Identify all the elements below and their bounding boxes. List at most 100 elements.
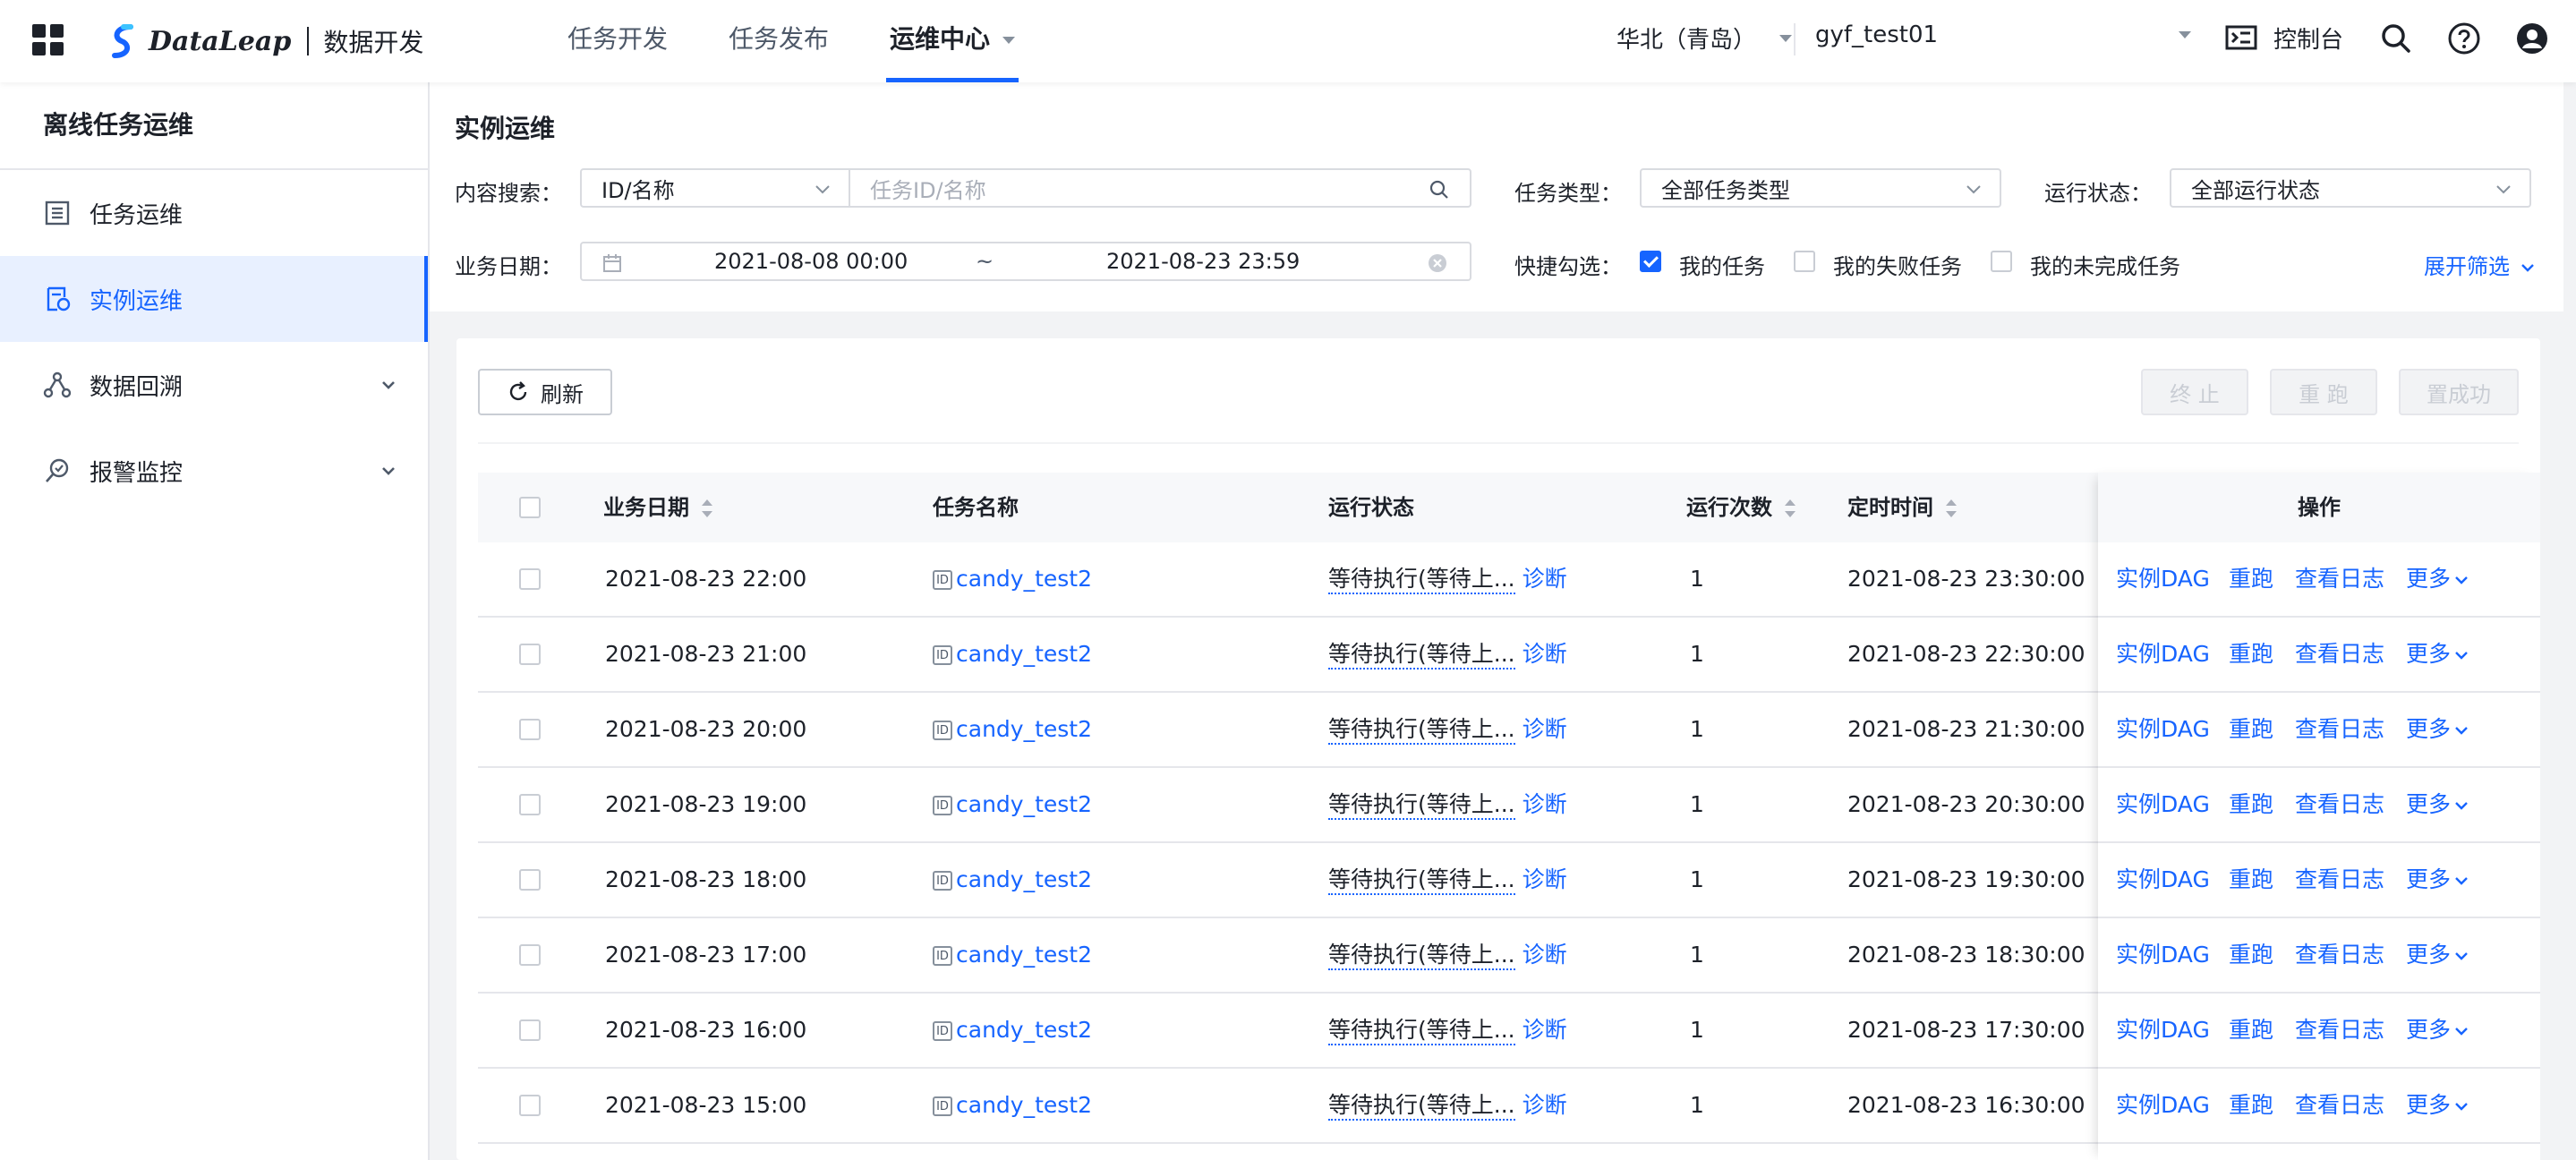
sort-icon[interactable] bbox=[1946, 499, 1957, 517]
my-failed-tasks-label[interactable]: 我的失败任务 bbox=[1833, 249, 1962, 280]
view-log-link[interactable]: 查看日志 bbox=[2295, 693, 2384, 766]
expand-filter-link[interactable]: 展开筛选 bbox=[2424, 249, 2535, 280]
view-log-link[interactable]: 查看日志 bbox=[2295, 618, 2384, 691]
task-type-select[interactable]: 全部任务类型 bbox=[1640, 168, 2001, 208]
status-text[interactable]: 等待执行(等待上... bbox=[1328, 866, 1515, 895]
rerun-link[interactable]: 重跑 bbox=[2229, 843, 2273, 917]
row-checkbox[interactable] bbox=[519, 869, 541, 891]
my-failed-tasks-checkbox[interactable] bbox=[1794, 251, 1815, 272]
refresh-button[interactable]: 刷新 bbox=[478, 369, 612, 415]
search-type-select[interactable]: ID/名称 bbox=[580, 168, 850, 208]
sort-icon[interactable] bbox=[1785, 499, 1796, 517]
my-unfinished-tasks-label[interactable]: 我的未完成任务 bbox=[2030, 249, 2180, 280]
select-all-checkbox[interactable] bbox=[519, 497, 541, 518]
rerun-link[interactable]: 重跑 bbox=[2229, 542, 2273, 616]
view-log-link[interactable]: 查看日志 bbox=[2295, 994, 2384, 1067]
apps-grid-icon[interactable] bbox=[32, 24, 64, 56]
row-checkbox[interactable] bbox=[519, 1095, 541, 1116]
diagnose-link[interactable]: 诊断 bbox=[1523, 641, 1567, 667]
status-text[interactable]: 等待执行(等待上... bbox=[1328, 566, 1515, 594]
instance-dag-link[interactable]: 实例DAG bbox=[2116, 618, 2210, 691]
row-checkbox[interactable] bbox=[519, 944, 541, 966]
set-success-button[interactable]: 置成功 bbox=[2399, 369, 2519, 415]
rerun-link[interactable]: 重跑 bbox=[2229, 994, 2273, 1067]
more-menu[interactable]: 更多 bbox=[2406, 1069, 2469, 1142]
more-menu[interactable]: 更多 bbox=[2406, 918, 2469, 992]
status-text[interactable]: 等待执行(等待上... bbox=[1328, 1092, 1515, 1121]
row-checkbox[interactable] bbox=[519, 1019, 541, 1041]
instance-dag-link[interactable]: 实例DAG bbox=[2116, 693, 2210, 766]
task-name-link[interactable]: candy_test2 bbox=[956, 866, 1092, 892]
rerun-button[interactable]: 重 跑 bbox=[2270, 369, 2377, 415]
diagnose-link[interactable]: 诊断 bbox=[1523, 942, 1567, 968]
task-name-link[interactable]: candy_test2 bbox=[956, 791, 1092, 817]
sort-icon[interactable] bbox=[702, 499, 712, 517]
date-start[interactable]: 2021-08-08 00:00 bbox=[714, 249, 908, 274]
view-log-link[interactable]: 查看日志 bbox=[2295, 542, 2384, 616]
task-name-link[interactable]: candy_test2 bbox=[956, 1017, 1092, 1043]
instance-dag-link[interactable]: 实例DAG bbox=[2116, 542, 2210, 616]
diagnose-link[interactable]: 诊断 bbox=[1523, 1092, 1567, 1118]
instance-dag-link[interactable]: 实例DAG bbox=[2116, 918, 2210, 992]
more-menu[interactable]: 更多 bbox=[2406, 994, 2469, 1067]
search-input[interactable]: 任务ID/名称 bbox=[849, 168, 1471, 208]
rerun-link[interactable]: 重跑 bbox=[2229, 768, 2273, 841]
date-range-picker[interactable]: 2021-08-08 00:00 ~ 2021-08-23 23:59 bbox=[580, 242, 1471, 281]
row-checkbox[interactable] bbox=[519, 719, 541, 740]
instance-dag-link[interactable]: 实例DAG bbox=[2116, 994, 2210, 1067]
diagnose-link[interactable]: 诊断 bbox=[1523, 791, 1567, 817]
date-end[interactable]: 2021-08-23 23:59 bbox=[1106, 249, 1300, 274]
sidebar-item-task-ops[interactable]: 任务运维 bbox=[0, 170, 428, 256]
diagnose-link[interactable]: 诊断 bbox=[1523, 1017, 1567, 1043]
sidebar-item-alert-monitor[interactable]: 报警监控 bbox=[0, 428, 428, 514]
view-log-link[interactable]: 查看日志 bbox=[2295, 1069, 2384, 1142]
more-menu[interactable]: 更多 bbox=[2406, 542, 2469, 616]
instance-dag-link[interactable]: 实例DAG bbox=[2116, 843, 2210, 917]
brand-logo[interactable]: DataLeap 数据开发 bbox=[104, 18, 423, 64]
rerun-link[interactable]: 重跑 bbox=[2229, 918, 2273, 992]
task-name-link[interactable]: candy_test2 bbox=[956, 1092, 1092, 1118]
my-unfinished-tasks-checkbox[interactable] bbox=[1991, 251, 2012, 272]
view-log-link[interactable]: 查看日志 bbox=[2295, 843, 2384, 917]
instance-dag-link[interactable]: 实例DAG bbox=[2116, 768, 2210, 841]
status-text[interactable]: 等待执行(等待上... bbox=[1328, 716, 1515, 745]
col-run-count[interactable]: 运行次数 bbox=[1686, 473, 1796, 542]
sidebar-item-data-backfill[interactable]: 数据回溯 bbox=[0, 342, 428, 428]
rerun-link[interactable]: 重跑 bbox=[2229, 1069, 2273, 1142]
row-checkbox[interactable] bbox=[519, 644, 541, 665]
task-name-link[interactable]: candy_test2 bbox=[956, 716, 1092, 742]
rerun-link[interactable]: 重跑 bbox=[2229, 618, 2273, 691]
more-menu[interactable]: 更多 bbox=[2406, 768, 2469, 841]
status-text[interactable]: 等待执行(等待上... bbox=[1328, 942, 1515, 970]
nav-ops-center[interactable]: 运维中心 bbox=[859, 0, 1045, 82]
col-schedule-time[interactable]: 定时时间 bbox=[1847, 473, 1957, 542]
diagnose-link[interactable]: 诊断 bbox=[1523, 566, 1567, 592]
status-text[interactable]: 等待执行(等待上... bbox=[1328, 641, 1515, 670]
diagnose-link[interactable]: 诊断 bbox=[1523, 716, 1567, 742]
search-icon[interactable] bbox=[1429, 179, 1450, 200]
more-menu[interactable]: 更多 bbox=[2406, 843, 2469, 917]
status-text[interactable]: 等待执行(等待上... bbox=[1328, 1017, 1515, 1045]
row-checkbox[interactable] bbox=[519, 568, 541, 590]
nav-task-dev[interactable]: 任务开发 bbox=[537, 0, 698, 82]
user-icon[interactable] bbox=[2515, 21, 2549, 55]
nav-task-publish[interactable]: 任务发布 bbox=[698, 0, 859, 82]
run-status-select[interactable]: 全部运行状态 bbox=[2170, 168, 2531, 208]
console-button[interactable]: 控制台 bbox=[2223, 20, 2343, 55]
more-menu[interactable]: 更多 bbox=[2406, 693, 2469, 766]
rerun-link[interactable]: 重跑 bbox=[2229, 693, 2273, 766]
row-checkbox[interactable] bbox=[519, 794, 541, 815]
stop-button[interactable]: 终 止 bbox=[2141, 369, 2248, 415]
task-name-link[interactable]: candy_test2 bbox=[956, 641, 1092, 667]
search-icon[interactable] bbox=[2379, 21, 2413, 55]
col-biz-date[interactable]: 业务日期 bbox=[603, 473, 712, 542]
clear-icon[interactable] bbox=[1427, 252, 1448, 274]
status-text[interactable]: 等待执行(等待上... bbox=[1328, 791, 1515, 820]
my-tasks-checkbox[interactable] bbox=[1640, 251, 1661, 272]
account-select[interactable]: gyf_test01 bbox=[1815, 21, 2191, 48]
region-select[interactable]: 华北（青岛） bbox=[1616, 21, 1793, 55]
task-name-link[interactable]: candy_test2 bbox=[956, 942, 1092, 968]
more-menu[interactable]: 更多 bbox=[2406, 618, 2469, 691]
task-name-link[interactable]: candy_test2 bbox=[956, 566, 1092, 592]
diagnose-link[interactable]: 诊断 bbox=[1523, 866, 1567, 892]
